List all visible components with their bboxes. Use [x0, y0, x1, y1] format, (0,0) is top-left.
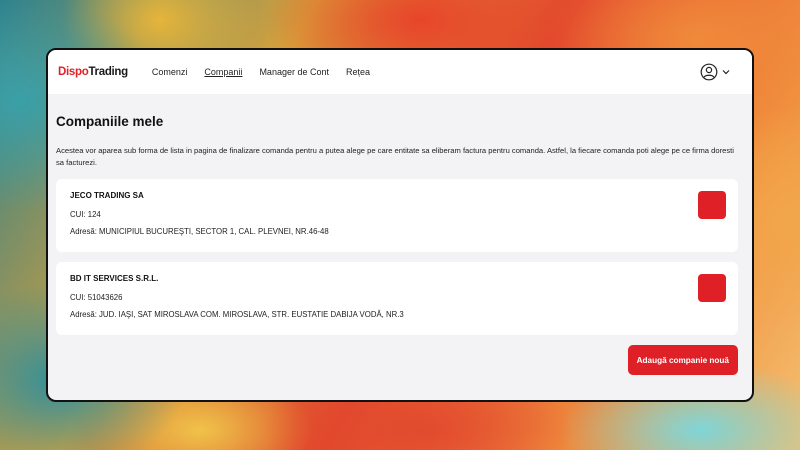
account-menu[interactable] [700, 63, 730, 81]
logo[interactable]: DispoTrading [58, 66, 128, 78]
top-navbar: DispoTrading Comenzi Companii Manager de… [48, 50, 752, 94]
company-name: JECO TRADING SA [70, 191, 144, 200]
logo-part-trading: Trading [88, 66, 128, 78]
company-cui: CUI: 124 [70, 210, 101, 219]
nav-item-comenzi[interactable]: Comenzi [152, 67, 188, 77]
nav-item-retea[interactable]: Rețea [346, 67, 370, 77]
delete-company-button[interactable] [698, 191, 726, 219]
company-cui: CUI: 51043626 [70, 293, 123, 302]
main-nav: Comenzi Companii Manager de Cont Rețea [152, 67, 370, 77]
delete-company-button[interactable] [698, 274, 726, 302]
app-window: DispoTrading Comenzi Companii Manager de… [46, 48, 754, 402]
chevron-down-icon [722, 69, 730, 75]
page-title: Companiile mele [56, 114, 164, 129]
company-address: Adresă: JUD. IAŞI, SAT MIROSLAVA COM. MI… [70, 310, 404, 319]
company-card: JECO TRADING SA CUI: 124 Adresă: MUNICIP… [56, 179, 738, 252]
company-card: BD IT SERVICES S.R.L. CUI: 51043626 Adre… [56, 262, 738, 335]
nav-item-companii[interactable]: Companii [204, 67, 242, 77]
user-circle-icon [700, 63, 718, 81]
company-name: BD IT SERVICES S.R.L. [70, 274, 159, 283]
add-company-button[interactable]: Adaugă companie nouă [627, 345, 738, 375]
nav-item-manager-de-cont[interactable]: Manager de Cont [259, 67, 329, 77]
actions-row: Adaugă companie nouă [56, 345, 738, 375]
page-description: Acestea vor aparea sub forma de lista in… [56, 146, 734, 167]
main-content: Companiile mele Acestea vor aparea sub f… [48, 94, 752, 375]
logo-part-dispo: Dispo [58, 66, 89, 78]
company-address: Adresă: MUNICIPIUL BUCUREŞTI, SECTOR 1, … [70, 227, 329, 236]
